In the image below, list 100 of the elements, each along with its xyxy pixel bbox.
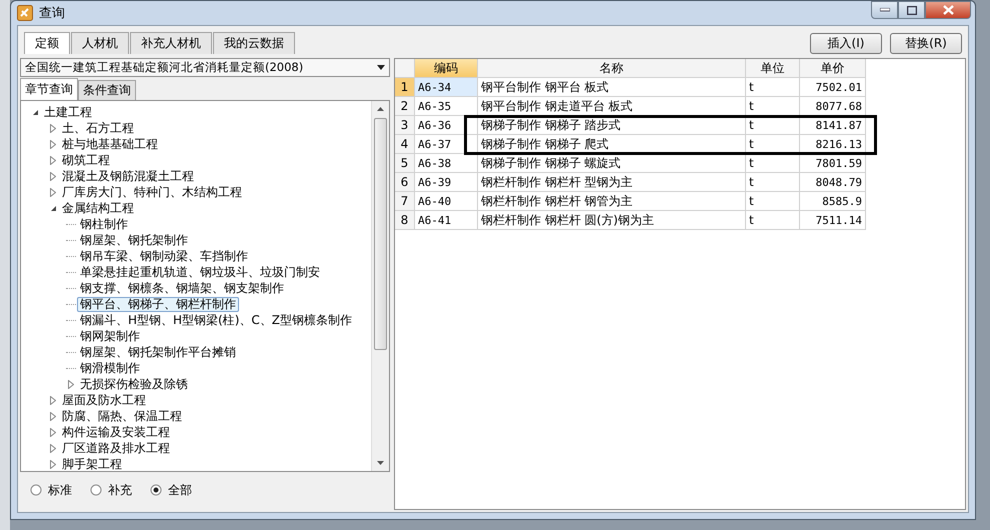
query-tab[interactable]: 章节查询	[20, 78, 78, 100]
tab[interactable]: 定额	[24, 32, 70, 54]
collapsed-arrow-icon[interactable]	[68, 380, 74, 388]
tree-item[interactable]: 桩与地基基础工程	[59, 136, 161, 152]
action-button[interactable]: 替换(R)	[890, 33, 962, 54]
maximize-button[interactable]	[898, 1, 925, 19]
column-header[interactable]: 单价	[800, 59, 866, 78]
tree-item[interactable]: 钢平台、钢梯子、钢栏杆制作	[77, 296, 239, 312]
table-cell: 7801.59	[800, 154, 866, 173]
radio-button[interactable]	[150, 484, 162, 496]
window-title: 查询	[39, 5, 65, 22]
table-cell: A6-35	[415, 97, 478, 116]
tree-item[interactable]: 钢屋架、钢托架制作	[77, 232, 191, 248]
collapsed-arrow-icon[interactable]	[50, 124, 56, 132]
collapsed-arrow-icon[interactable]	[50, 460, 56, 468]
collapsed-arrow-icon[interactable]	[50, 140, 56, 148]
table-cell: A6-36	[415, 116, 478, 135]
quota-dropdown[interactable]: 全国统一建筑工程基础定额河北省消耗量定额(2008)	[20, 58, 390, 77]
tree-item[interactable]: 钢吊车梁、钢制动梁、车挡制作	[77, 248, 251, 264]
row-number: 2	[395, 97, 415, 116]
tree-item[interactable]: 钢支撑、钢檩条、钢墙架、钢支架制作	[77, 280, 287, 296]
tab[interactable]: 我的云数据	[213, 32, 295, 54]
tab[interactable]: 补充人材机	[130, 32, 212, 54]
tree-item[interactable]: 钢屋架、钢托架制作平台摊销	[77, 344, 239, 360]
tree-item[interactable]: 混凝土及钢筋混凝土工程	[59, 168, 197, 184]
tree-item[interactable]: 厂库房大门、特种门、木结构工程	[59, 184, 245, 200]
collapsed-arrow-icon[interactable]	[50, 188, 56, 196]
table-cell: 钢栏杆制作 钢栏杆 型钢为主	[478, 173, 746, 192]
tree-item[interactable]: 无损探伤检验及除锈	[77, 376, 191, 392]
radio-label: 标准	[48, 482, 72, 498]
table-cell: 8077.68	[800, 97, 866, 116]
table-cell: 钢梯子制作 钢梯子 爬式	[478, 135, 746, 154]
radio-button[interactable]	[30, 484, 42, 496]
table-cell: 钢栏杆制作 钢栏杆 钢管为主	[478, 192, 746, 211]
column-header[interactable]: 编码	[415, 59, 478, 78]
table-cell: 钢梯子制作 钢梯子 踏步式	[478, 116, 746, 135]
expanded-arrow-icon[interactable]	[32, 108, 38, 116]
tree-item[interactable]: 脚手架工程	[59, 456, 125, 471]
table-cell: t	[746, 154, 800, 173]
table-cell: t	[746, 116, 800, 135]
table-cell: A6-41	[415, 211, 478, 230]
expanded-arrow-icon[interactable]	[50, 204, 56, 212]
tree-item[interactable]: 防腐、隔热、保温工程	[59, 408, 185, 424]
tree-item[interactable]: 构件运输及安装工程	[59, 424, 173, 440]
table-cell: 8141.87	[800, 116, 866, 135]
tree-item[interactable]: 金属结构工程	[59, 200, 137, 216]
scroll-down-icon[interactable]	[377, 461, 384, 465]
row-number: 3	[395, 116, 415, 135]
collapsed-arrow-icon[interactable]	[50, 156, 56, 164]
close-icon	[942, 5, 954, 15]
table-cell: 钢平台制作 钢走道平台 板式	[478, 97, 746, 116]
action-button[interactable]: 插入(I)	[810, 33, 882, 54]
scroll-up-icon[interactable]	[377, 107, 384, 111]
query-tab[interactable]: 条件查询	[78, 80, 136, 100]
row-number: 8	[395, 211, 415, 230]
row-number: 4	[395, 135, 415, 154]
table-cell: t	[746, 135, 800, 154]
scrollbar-thumb[interactable]	[374, 118, 387, 350]
tree-item[interactable]: 屋面及防水工程	[59, 392, 149, 408]
row-number: 1	[395, 78, 415, 97]
table-cell: t	[746, 97, 800, 116]
tree-item[interactable]: 钢漏斗、H型钢、H型钢梁(柱)、C、Z型钢檩条制作	[77, 312, 356, 328]
table-cell: 7502.01	[800, 78, 866, 97]
table-cell: A6-37	[415, 135, 478, 154]
tree-item[interactable]: 厂区道路及排水工程	[59, 440, 173, 456]
table-cell: t	[746, 78, 800, 97]
table-cell: 8048.79	[800, 173, 866, 192]
column-header[interactable]: 单位	[746, 59, 800, 78]
collapsed-arrow-icon[interactable]	[50, 172, 56, 180]
tree-item[interactable]: 钢网架制作	[77, 328, 143, 344]
tab[interactable]: 人材机	[71, 32, 129, 54]
table-cell: 钢栏杆制作 钢栏杆 圆(方)钢为主	[478, 211, 746, 230]
tree-item[interactable]: 钢柱制作	[77, 216, 131, 232]
tree-item[interactable]: 单梁悬挂起重机轨道、钢垃圾斗、垃圾门制安	[77, 264, 323, 280]
column-header[interactable]: 名称	[478, 59, 746, 78]
app-icon	[17, 5, 33, 21]
radio-button[interactable]	[90, 484, 102, 496]
tree-item[interactable]: 钢滑模制作	[77, 360, 143, 376]
collapsed-arrow-icon[interactable]	[50, 396, 56, 404]
tree-item[interactable]: 土、石方工程	[59, 120, 137, 136]
minimize-button[interactable]	[871, 1, 898, 19]
radio-label: 补充	[108, 482, 132, 498]
tree-item[interactable]: 土建工程	[41, 104, 95, 120]
table-cell: 8585.9	[800, 192, 866, 211]
table-cell: 钢梯子制作 钢梯子 螺旋式	[478, 154, 746, 173]
collapsed-arrow-icon[interactable]	[50, 428, 56, 436]
table-cell: A6-38	[415, 154, 478, 173]
collapsed-arrow-icon[interactable]	[50, 412, 56, 420]
close-button[interactable]	[925, 1, 971, 19]
minimize-icon	[880, 8, 890, 12]
table-cell: A6-40	[415, 192, 478, 211]
table-cell: A6-39	[415, 173, 478, 192]
table-cell: 8216.13	[800, 135, 866, 154]
table-cell: 钢平台制作 钢平台 板式	[478, 78, 746, 97]
table-cell: 7511.14	[800, 211, 866, 230]
table-cell: t	[746, 211, 800, 230]
row-number: 7	[395, 192, 415, 211]
radio-label: 全部	[168, 482, 192, 498]
collapsed-arrow-icon[interactable]	[50, 444, 56, 452]
tree-item[interactable]: 砌筑工程	[59, 152, 113, 168]
